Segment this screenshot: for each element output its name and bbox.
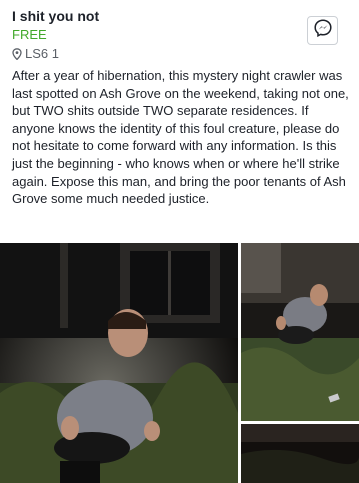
listing-title: I shit you not [12,8,100,24]
photo-main[interactable] [0,243,238,483]
location-text: LS6 1 [25,46,59,61]
listing-price: FREE [12,27,47,42]
photo-thumbnail-1[interactable] [241,243,359,421]
listing-location: LS6 1 [12,46,59,61]
photo-gallery [0,243,359,483]
photo-thumbnail-2[interactable] [241,424,359,483]
location-pin-icon [12,47,22,60]
messenger-icon [313,19,332,42]
listing-description: After a year of hibernation, this myster… [12,68,349,207]
message-seller-button[interactable] [307,16,338,45]
